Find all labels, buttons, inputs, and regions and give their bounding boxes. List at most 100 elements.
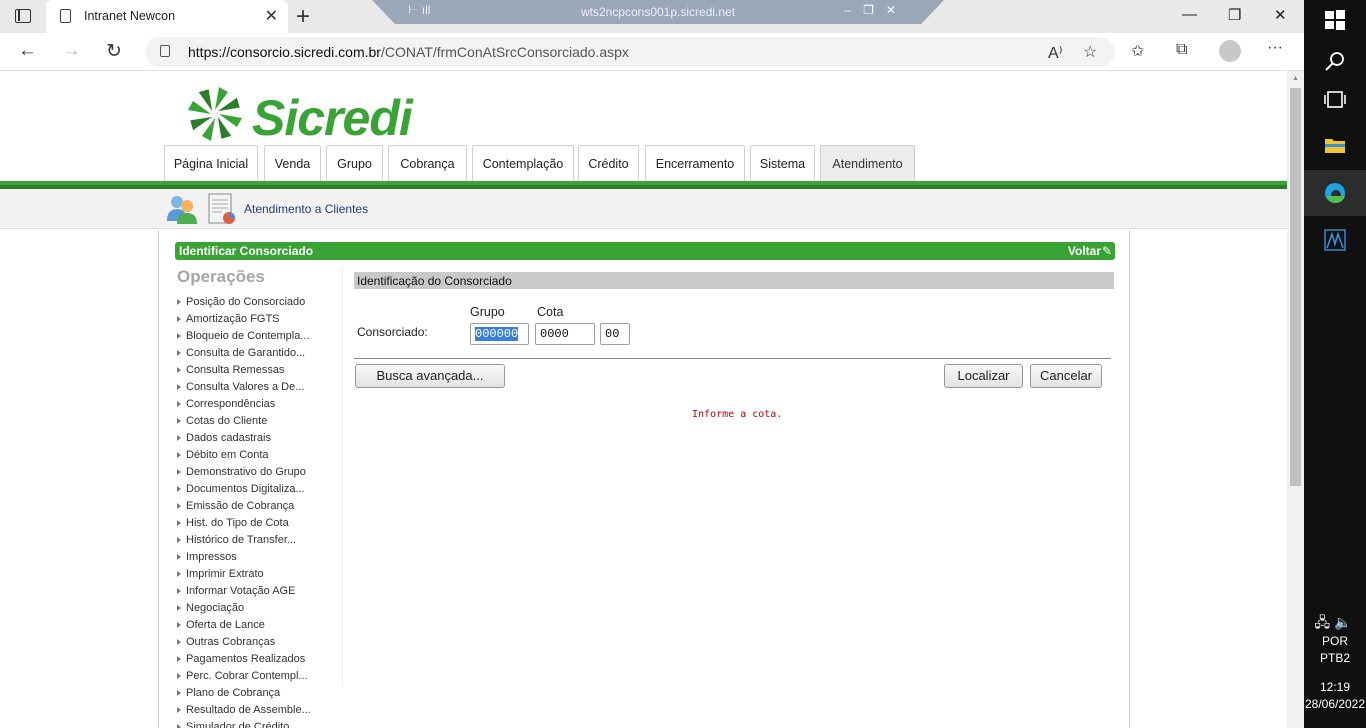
address-toolbar: ← → ↻ https://consorcio.sicredi.com.br/C… (0, 33, 1304, 71)
back-link[interactable]: Voltar (1068, 244, 1101, 258)
tab-contemplacao[interactable]: Contemplação (472, 145, 574, 183)
operation-item[interactable]: Posição do Consorciado (177, 294, 342, 311)
brand-name: Sicredi (252, 90, 413, 146)
favorites-icon[interactable]: ✩ (1131, 41, 1144, 61)
operation-item[interactable]: Amortização FGTS (177, 311, 342, 328)
atendimento-clientes-link[interactable]: Atendimento a Clientes (244, 202, 368, 216)
tab-pagina-inicial[interactable]: Página Inicial (164, 145, 258, 183)
operation-item[interactable]: Perc. Cobrar Contempl... (177, 668, 342, 685)
page-icon (60, 9, 71, 23)
file-explorer-icon[interactable] (1323, 133, 1347, 157)
restore-button[interactable]: ❐ (1228, 6, 1241, 24)
lock-icon[interactable] (160, 45, 170, 57)
localizar-button[interactable]: Localizar (944, 364, 1023, 388)
operation-item[interactable]: Dados cadastrais (177, 430, 342, 447)
scroll-up-icon[interactable]: ▲ (1292, 75, 1299, 82)
read-aloud-icon[interactable]: A⁾ (1048, 43, 1063, 63)
operation-item[interactable]: Simulador de Crédito (177, 719, 342, 728)
add-favorite-icon[interactable]: ☆ (1083, 42, 1097, 62)
tab-encerramento[interactable]: Encerramento (645, 145, 745, 183)
clock-time[interactable]: 12:19 (1304, 680, 1366, 694)
page-viewport: Sicredi Página Inicial Venda Grupo Cobra… (0, 71, 1287, 728)
collections-icon[interactable]: ⧉ (1176, 41, 1187, 59)
rdp-window-controls[interactable]: –❐✕ (845, 3, 909, 17)
search-icon[interactable] (1323, 50, 1347, 74)
new-tab-button[interactable]: + (296, 3, 310, 31)
operation-item[interactable]: Emissão de Cobrança (177, 498, 342, 515)
language-indicator[interactable]: POR (1304, 634, 1366, 648)
operation-item[interactable]: Hist. do Tipo de Cota (177, 515, 342, 532)
operation-item[interactable]: Histórico de Transfer... (177, 532, 342, 549)
back-button[interactable]: ← (18, 40, 37, 62)
operation-item[interactable]: Demonstrativo do Grupo (177, 464, 342, 481)
operation-item[interactable]: Outras Cobranças (177, 634, 342, 651)
operation-item[interactable]: Informar Votação AGE (177, 583, 342, 600)
operation-item[interactable]: Consulta Valores a De... (177, 379, 342, 396)
tab-grupo[interactable]: Grupo (326, 145, 383, 183)
remote-app-icon[interactable] (1323, 228, 1347, 252)
advanced-search-button[interactable]: Busca avançada... (355, 364, 505, 388)
sicredi-logo[interactable]: Sicredi (186, 85, 436, 146)
validation-message: Informe a cota. (692, 409, 783, 420)
submenu-bar: Atendimento a Clientes (0, 189, 1287, 229)
tab-venda[interactable]: Venda (264, 145, 321, 183)
operation-item[interactable]: Negociação (177, 600, 342, 617)
operation-item[interactable]: Consulta Remessas (177, 362, 342, 379)
clock-date[interactable]: 28/06/2022 (1304, 697, 1366, 711)
section-title: Identificação do Consorciado (357, 274, 512, 288)
operation-item[interactable]: Plano de Cobrança (177, 685, 342, 702)
operation-item[interactable]: Resultado de Assemble... (177, 702, 342, 719)
tab-sistema[interactable]: Sistema (750, 145, 815, 183)
operations-title: Operações (177, 267, 265, 286)
sicredi-logo-icon (188, 87, 242, 141)
form-divider (354, 358, 1111, 359)
forward-button[interactable]: → (62, 40, 81, 62)
browser-tab[interactable]: Intranet Newcon ✕ (46, 0, 288, 33)
close-window-button[interactable]: ✕ (1274, 6, 1287, 24)
tab-credito[interactable]: Crédito (578, 145, 639, 183)
cota-input[interactable]: 0000 (535, 323, 595, 345)
browser-titlebar: Intranet Newcon ✕ + ⊢ ıll wts2ncpcons001… (0, 0, 1304, 33)
tab-title: Intranet Newcon (84, 9, 176, 23)
page-header: Identificar Consorciado Voltar ✎ (175, 242, 1115, 260)
profile-avatar[interactable] (1219, 40, 1241, 62)
more-options-icon[interactable]: ··· (1267, 39, 1283, 57)
close-tab-icon[interactable]: ✕ (265, 6, 278, 26)
operation-item[interactable]: Consulta de Garantido... (177, 345, 342, 362)
operation-item[interactable]: Impressos (177, 549, 342, 566)
tab-actions-icon[interactable] (15, 9, 31, 23)
tab-cobranca[interactable]: Cobrança (388, 145, 467, 183)
operation-item[interactable]: Oferta de Lance (177, 617, 342, 634)
section-header: Identificação do Consorciado (354, 272, 1114, 289)
cancel-button[interactable]: Cancelar (1030, 364, 1102, 388)
operation-item[interactable]: Cotas do Cliente (177, 413, 342, 430)
windows-start-icon[interactable] (1323, 8, 1347, 32)
refresh-button[interactable]: ↻ (106, 40, 122, 63)
report-icon[interactable] (208, 193, 236, 225)
page-scrollbar[interactable]: ▲ (1287, 71, 1304, 728)
clients-icon[interactable] (166, 193, 198, 225)
operations-list: Posição do Consorciado Amortização FGTS … (177, 294, 342, 728)
minimize-button[interactable]: — (1182, 6, 1197, 23)
menu-underline (0, 181, 1287, 189)
operation-item[interactable]: Débito em Conta (177, 447, 342, 464)
network-volume-icons[interactable]: 🖧🔈 (1304, 612, 1366, 636)
operation-item[interactable]: Bloqueio de Contempla... (177, 328, 342, 345)
grupo-input[interactable]: 000000 (470, 323, 529, 345)
operation-item[interactable]: Imprimir Extrato (177, 566, 342, 583)
digito-input[interactable]: 00 (600, 323, 630, 345)
operation-item[interactable]: Pagamentos Realizados (177, 651, 342, 668)
operation-item[interactable]: Documentos Digitaliza... (177, 481, 342, 498)
pencil-icon[interactable]: ✎ (1102, 244, 1112, 258)
sidebar-divider (342, 267, 343, 687)
windows-taskbar: 🖧🔈 POR PTB2 12:19 28/06/2022 (1304, 0, 1366, 728)
edge-browser-icon[interactable] (1323, 181, 1347, 205)
keyboard-layout-indicator[interactable]: PTB2 (1304, 651, 1366, 665)
page-title: Identificar Consorciado (179, 244, 314, 258)
task-view-icon[interactable] (1323, 88, 1347, 112)
operation-item[interactable]: Correspondências (177, 396, 342, 413)
url-bar[interactable]: https://consorcio.sicredi.com.br/CONAT/f… (145, 37, 1115, 67)
remote-desktop-bar: ⊢ ıll wts2ncpcons001p.sicredi.net –❐✕ (372, 0, 944, 24)
url-text[interactable]: https://consorcio.sicredi.com.br/CONAT/f… (188, 44, 629, 60)
scrollbar-thumb[interactable] (1290, 88, 1301, 486)
